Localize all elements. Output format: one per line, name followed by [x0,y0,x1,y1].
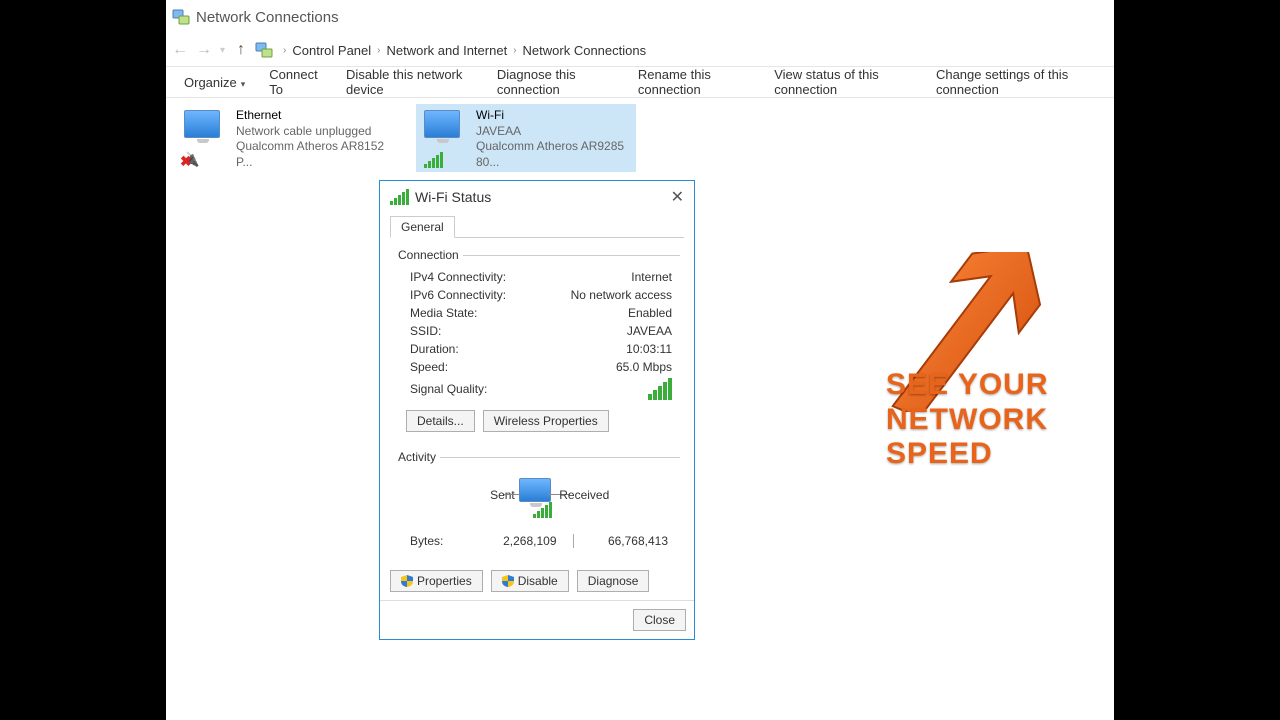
recent-locations-chevron-icon[interactable]: ▾ [220,45,225,56]
speed-value: 65.0 Mbps [616,360,672,374]
bytes-separator-icon [573,534,574,548]
chevron-right-icon: › [377,45,380,56]
chevron-right-icon: › [513,45,516,56]
unplugged-x-icon: ✖ [180,153,192,170]
forward-button[interactable]: → [196,41,212,59]
adapter-status: Network cable unplugged [236,124,392,140]
callout-line-1: SEE YOUR [886,368,1114,403]
connect-to-button[interactable]: Connect To [257,67,334,97]
adapter-ethernet[interactable]: 🔌 ✖ Ethernet Network cable unplugged Qua… [176,104,396,172]
uac-shield-icon [401,575,413,587]
activity-monitor-icon [517,478,557,512]
bytes-sent-value: 2,268,109 [470,534,565,548]
back-button[interactable]: ← [172,41,188,59]
tab-general[interactable]: General [390,216,455,238]
disable-device-button[interactable]: Disable this network device [334,67,485,97]
dialog-title: Wi-Fi Status [415,189,491,205]
annotation-callout: SEE YOUR NETWORK SPEED [886,368,1114,472]
connection-group: Connection IPv4 Connectivity: Internet IP… [394,248,680,442]
media-state-value: Enabled [628,306,672,320]
nav-arrows: ← → ▾ [172,41,225,59]
duration-label: Duration: [410,342,459,356]
explorer-window: Network Connections ← → ▾ ↑ › Control Pa… [166,0,1114,720]
ipv6-label: IPv6 Connectivity: [410,288,506,302]
adapter-device: Qualcomm Atheros AR9285 80... [476,139,632,170]
sent-label: Sent [490,488,515,502]
duration-value: 10:03:11 [626,342,672,356]
address-bar-icon [255,41,273,59]
activity-legend: Activity [394,450,440,464]
signal-bars-icon [390,189,409,205]
adapter-wifi[interactable]: Wi-Fi JAVEAA Qualcomm Atheros AR9285 80.… [416,104,636,172]
adapter-list: 🔌 ✖ Ethernet Network cable unplugged Qua… [166,98,1114,178]
window-title: Network Connections [196,9,339,26]
diagnose-button[interactable]: Diagnose [577,570,650,592]
details-button[interactable]: Details... [406,410,475,432]
properties-button[interactable]: Properties [390,570,483,592]
activity-group: Activity Sent Received Bytes: 2,268,109 … [394,450,680,558]
change-settings-button[interactable]: Change settings of this connection [924,67,1108,97]
disable-button[interactable]: Disable [491,570,569,592]
wireless-properties-button[interactable]: Wireless Properties [483,410,609,432]
ipv6-value: No network access [571,288,672,302]
breadcrumb-control-panel[interactable]: Control Panel [292,43,371,58]
breadcrumb-network-connections[interactable]: Network Connections [523,43,647,58]
breadcrumb-network-and-internet[interactable]: Network and Internet [387,43,508,58]
connection-legend: Connection [394,248,463,262]
bytes-received-value: 66,768,413 [582,534,673,548]
ethernet-adapter-icon: 🔌 ✖ [180,108,228,168]
wifi-status-dialog: Wi-Fi Status ✕ General Connection IPv4 C… [379,180,695,640]
nav-row: ← → ▾ ↑ › Control Panel › Network and In… [166,34,1114,66]
ssid-value: JAVEAA [627,324,672,338]
rename-connection-button[interactable]: Rename this connection [626,67,762,97]
diagnose-connection-button[interactable]: Diagnose this connection [485,67,626,97]
wifi-adapter-icon [420,108,468,168]
bytes-label: Bytes: [410,534,470,548]
toolbar: Organize Connect To Disable this network… [166,66,1114,98]
annotation-arrow-icon [863,252,1043,412]
speed-label: Speed: [410,360,448,374]
up-button[interactable]: ↑ [237,41,245,59]
adapter-status: JAVEAA [476,124,632,140]
adapter-device: Qualcomm Atheros AR8152 P... [236,139,392,170]
signal-bars-icon [648,378,672,400]
view-status-button[interactable]: View status of this connection [762,67,924,97]
organize-menu[interactable]: Organize [172,75,257,90]
signal-bars-icon [424,152,443,168]
close-button[interactable]: Close [633,609,686,631]
chevron-right-icon: › [283,45,286,56]
callout-line-2: NETWORK SPEED [886,403,1114,472]
dialog-titlebar: Wi-Fi Status ✕ [380,181,694,213]
ssid-label: SSID: [410,324,441,338]
media-state-label: Media State: [410,306,477,320]
uac-shield-icon [502,575,514,587]
adapter-name: Ethernet [236,108,392,124]
window-titlebar: Network Connections [166,0,1114,34]
dialog-close-button[interactable]: ✕ [671,187,684,207]
ipv4-label: IPv4 Connectivity: [410,270,506,284]
tab-strip: General [390,215,684,238]
network-connections-icon [172,8,190,26]
ipv4-value: Internet [631,270,672,284]
signal-quality-label: Signal Quality: [410,382,487,396]
adapter-name: Wi-Fi [476,108,632,124]
received-label: Received [559,488,609,502]
